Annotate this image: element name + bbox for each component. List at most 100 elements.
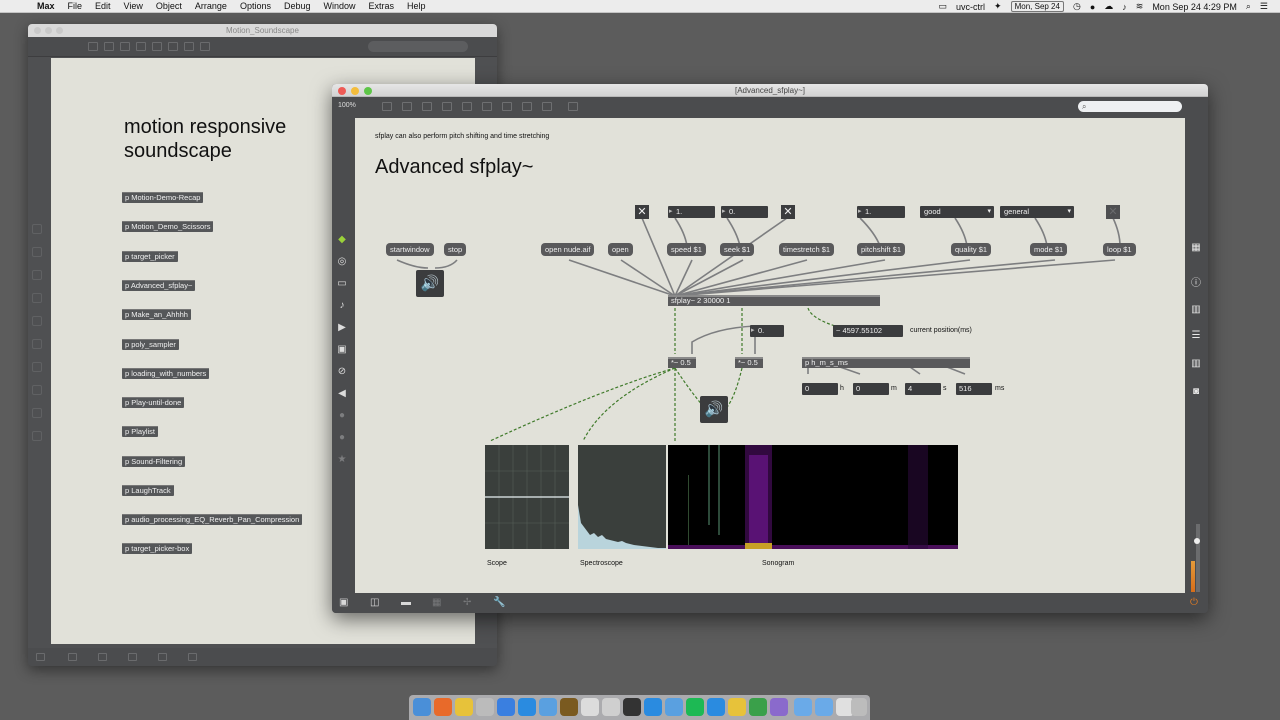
- new-object-icon[interactable]: [382, 102, 392, 111]
- package-icon[interactable]: ●: [336, 432, 348, 444]
- subpatcher-motion-demo-scissors[interactable]: p Motion_Demo_Scissors: [122, 221, 214, 232]
- minimize-icon[interactable]: [351, 87, 359, 95]
- screen-icon[interactable]: ▭: [939, 1, 948, 12]
- stop-message[interactable]: stop: [444, 243, 467, 256]
- notification-center-icon[interactable]: ☰: [1260, 1, 1268, 12]
- inspector-icon[interactable]: ⓘ: [1190, 278, 1202, 290]
- subpatcher-play-until-done[interactable]: p Play-until-done: [122, 397, 185, 408]
- button-object-icon[interactable]: [442, 102, 452, 111]
- app-icon[interactable]: [581, 698, 599, 716]
- dropbox-icon[interactable]: ✦: [994, 1, 1002, 12]
- menu-extras[interactable]: Extras: [369, 1, 395, 11]
- timestretch-message[interactable]: timestretch $1: [779, 243, 835, 256]
- new-message-icon[interactable]: [402, 102, 412, 111]
- debug-icon[interactable]: [158, 653, 167, 661]
- startwindow-message[interactable]: startwindow: [386, 243, 434, 256]
- app-icon[interactable]: [560, 698, 578, 716]
- menu-options[interactable]: Options: [240, 1, 271, 11]
- hours-number[interactable]: 0: [802, 383, 838, 395]
- dial-object-icon[interactable]: [522, 102, 532, 111]
- front-window-titlebar[interactable]: [Advanced_sfplay~]: [332, 84, 1208, 97]
- app-icon[interactable]: [497, 698, 515, 716]
- toolbar-icon[interactable]: [168, 42, 178, 51]
- toolbar-icon[interactable]: [152, 42, 162, 51]
- subpatcher-playlist[interactable]: p Playlist: [122, 426, 159, 437]
- position-float-number[interactable]: 0.: [750, 325, 784, 337]
- app-icon[interactable]: [539, 698, 557, 716]
- apple-icon[interactable]: [13, 0, 25, 12]
- hms-subpatcher[interactable]: p h_m_s_ms: [802, 357, 970, 368]
- volume-slider-knob[interactable]: [1194, 538, 1200, 544]
- back-search-field[interactable]: [368, 41, 468, 52]
- minutes-number[interactable]: 0: [853, 383, 889, 395]
- app-icon[interactable]: [728, 698, 746, 716]
- subpatcher-make-an-ahhhh[interactable]: p Make_an_Ahhhh: [122, 309, 191, 320]
- quality-message[interactable]: quality $1: [951, 243, 992, 256]
- gain-right-object[interactable]: *~ 0.5: [735, 357, 763, 368]
- time-machine-icon[interactable]: ◷: [1073, 1, 1081, 12]
- date-badge[interactable]: Mon, Sep 24: [1010, 1, 1064, 12]
- status-user[interactable]: uvc-ctrl: [956, 2, 985, 12]
- volume-icon[interactable]: ♪: [1122, 2, 1127, 12]
- loop-message[interactable]: loop $1: [1103, 243, 1136, 256]
- new-object-box-icon[interactable]: ◆: [336, 234, 348, 246]
- lock-icon[interactable]: [36, 653, 45, 661]
- speed-number[interactable]: 1.: [668, 206, 715, 218]
- zoom-icon[interactable]: [56, 27, 63, 34]
- menu-window[interactable]: Window: [324, 1, 356, 11]
- wrench-icon[interactable]: 🔧: [493, 597, 505, 608]
- max-icon[interactable]: [623, 698, 641, 716]
- sidebar-icon[interactable]: [32, 316, 42, 326]
- dnd-icon[interactable]: ●: [1090, 2, 1095, 12]
- menu-object[interactable]: Object: [156, 1, 182, 11]
- seek-number[interactable]: 0.: [721, 206, 768, 218]
- timestretch-toggle[interactable]: ✕: [781, 205, 795, 219]
- menu-arrange[interactable]: Arrange: [195, 1, 227, 11]
- speed-message[interactable]: speed $1: [667, 243, 706, 256]
- subpatcher-poly-sampler[interactable]: p poly_sampler: [122, 339, 179, 350]
- mode-menu[interactable]: general: [1000, 206, 1074, 218]
- cloud-icon[interactable]: ☁: [1104, 1, 1113, 12]
- camera-icon[interactable]: ◙: [1190, 386, 1202, 398]
- pitchshift-number[interactable]: 1.: [857, 206, 905, 218]
- toolbar-icon[interactable]: [120, 42, 130, 51]
- zoom-icon[interactable]: [364, 87, 372, 95]
- subpatcher-sound-filtering[interactable]: p Sound-Filtering: [122, 456, 186, 467]
- open-message[interactable]: open: [608, 243, 633, 256]
- power-icon[interactable]: ⏻: [1190, 597, 1198, 608]
- menu-app-name[interactable]: Max: [37, 1, 55, 11]
- clock[interactable]: Mon Sep 24 4:29 PM: [1152, 2, 1237, 12]
- sidebar-icon[interactable]: [32, 293, 42, 303]
- image-icon[interactable]: ▣: [336, 344, 348, 356]
- pitchshift-message[interactable]: pitchshift $1: [857, 243, 906, 256]
- comment-icon[interactable]: ▬: [401, 597, 411, 608]
- open-toggle[interactable]: ✕: [635, 205, 649, 219]
- sidebar-icon[interactable]: [32, 385, 42, 395]
- trash-icon[interactable]: [851, 698, 867, 716]
- front-search-field[interactable]: ⌕: [1078, 101, 1182, 112]
- subpatcher-laughtrack[interactable]: p LaughTrack: [122, 485, 174, 496]
- subpatcher-target-picker[interactable]: p target_picker: [122, 251, 178, 262]
- wifi-icon[interactable]: ≋: [1136, 1, 1144, 12]
- close-icon[interactable]: [34, 27, 41, 34]
- list-icon[interactable]: ☰: [1190, 330, 1202, 342]
- sidebar-icon[interactable]: [32, 224, 42, 234]
- toolbar-icon[interactable]: [88, 42, 98, 51]
- finder-icon[interactable]: [413, 698, 431, 716]
- grid-icon[interactable]: [128, 653, 137, 661]
- wrench-icon[interactable]: [188, 653, 197, 661]
- debug-icon[interactable]: ✢: [463, 597, 471, 608]
- number-object-icon[interactable]: [482, 102, 492, 111]
- spotlight-icon[interactable]: ⌕: [1246, 1, 1251, 12]
- folder-icon[interactable]: [794, 698, 812, 716]
- menu-edit[interactable]: Edit: [95, 1, 111, 11]
- quality-menu[interactable]: good: [920, 206, 994, 218]
- slider-icon[interactable]: ▭: [336, 278, 348, 290]
- lock-icon[interactable]: ▣: [339, 597, 348, 608]
- seek-message[interactable]: seek $1: [720, 243, 755, 256]
- add-object-icon[interactable]: [542, 102, 552, 111]
- presentation-icon[interactable]: ◫: [370, 597, 379, 608]
- back-window-titlebar[interactable]: Motion_Soundscape: [28, 24, 497, 37]
- menu-help[interactable]: Help: [407, 1, 426, 11]
- reference-icon[interactable]: ▥: [1190, 304, 1202, 316]
